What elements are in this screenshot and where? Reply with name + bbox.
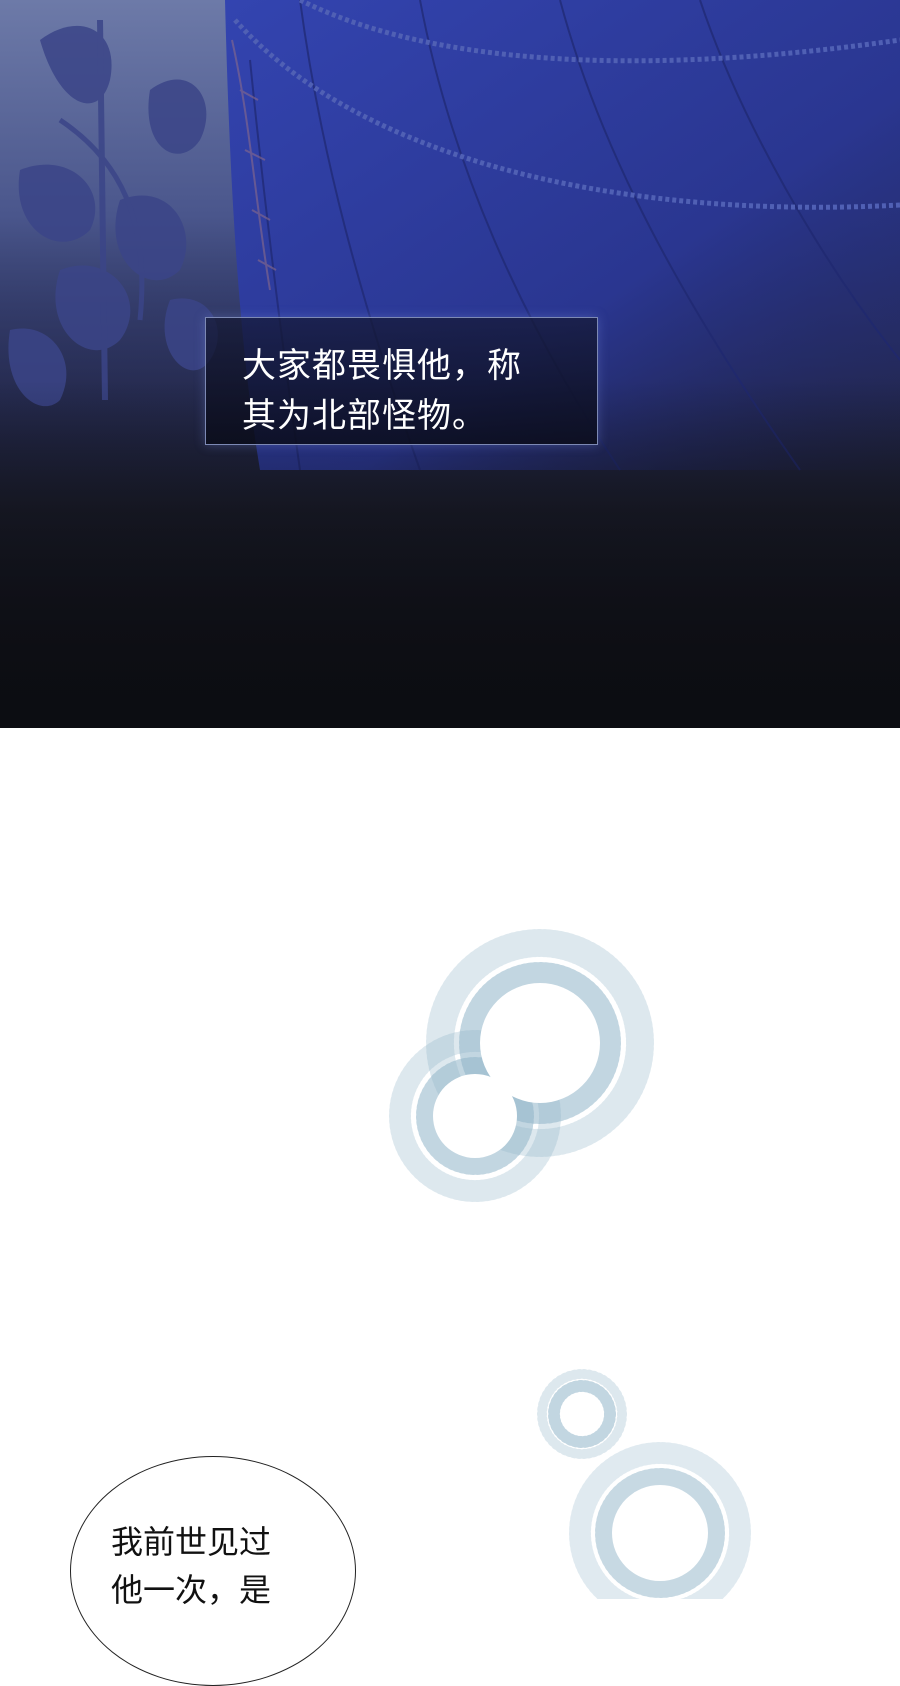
narration-caption-box: 大家都畏惧他，称 其为北部怪物。 [205, 317, 598, 445]
speech-bubble: 我前世见过 他一次，是 [70, 1456, 356, 1686]
caption-line-1: 大家都畏惧他，称 [242, 346, 522, 386]
sparkle-orbs [389, 929, 751, 1599]
caption-line-2: 其为北部怪物。 [242, 396, 487, 436]
bottom-comic-panel [0, 728, 900, 1599]
bubble-line-2: 他一次，是 [111, 1571, 272, 1609]
bubble-line-1: 我前世见过 [111, 1523, 272, 1561]
top-comic-panel: 大家都畏惧他，称 其为北部怪物。 [0, 0, 900, 728]
